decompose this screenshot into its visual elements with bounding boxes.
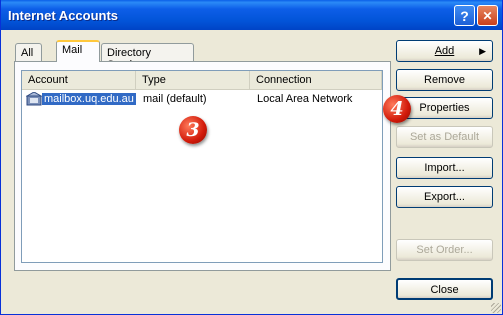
account-name: mailbox.uq.edu.au [42, 93, 136, 105]
remove-button-label: Remove [424, 74, 465, 86]
tab-directory-service[interactable]: Directory Service [101, 43, 194, 71]
account-name-cell: mailbox.uq.edu.au [42, 91, 136, 107]
set-order-button-label: Set Order... [416, 244, 473, 256]
column-header-account[interactable]: Account [22, 71, 136, 89]
remove-button[interactable]: Remove [396, 69, 493, 91]
help-icon: ? [460, 7, 469, 24]
set-as-default-button[interactable]: Set as Default [396, 126, 493, 148]
import-button-label: Import... [424, 162, 465, 174]
close-window-button[interactable]: ✕ [477, 5, 498, 26]
set-order-button[interactable]: Set Order... [396, 239, 493, 261]
table-row[interactable]: mailbox.uq.edu.au mail (default) Local A… [22, 91, 382, 107]
account-type-cell: mail (default) [143, 93, 207, 105]
export-button-label: Export... [424, 191, 465, 203]
internet-accounts-window: Internet Accounts ? ✕ All Mail Directory… [0, 0, 503, 315]
title-bar[interactable]: Internet Accounts ? ✕ [1, 0, 502, 30]
properties-button-label: Properties [419, 102, 470, 114]
tab-mail-label: Mail [62, 44, 83, 56]
step-4-badge: 4 [383, 95, 411, 123]
accounts-list[interactable]: Account Type Connection mailbox.uq.edu.a… [21, 70, 383, 263]
arrow-right-icon: ▶ [479, 46, 486, 56]
help-button[interactable]: ? [454, 5, 475, 26]
add-button[interactable]: Add ▶ [396, 40, 493, 62]
close-button[interactable]: Close [396, 278, 493, 300]
resize-grip-icon[interactable] [491, 303, 501, 313]
tab-all-label: All [21, 47, 34, 59]
export-button[interactable]: Export... [396, 186, 493, 208]
window-title: Internet Accounts [8, 8, 119, 23]
column-header-type[interactable]: Type [136, 71, 250, 89]
account-connection-cell: Local Area Network [257, 93, 353, 105]
list-header: Account Type Connection [22, 71, 382, 90]
mail-account-icon [26, 92, 42, 106]
close-icon: ✕ [482, 8, 493, 23]
step-3-badge: 3 [179, 116, 207, 144]
tab-all[interactable]: All [15, 43, 42, 62]
add-button-label: Add [434, 45, 455, 57]
tab-mail[interactable]: Mail [56, 40, 100, 62]
column-header-connection[interactable]: Connection [250, 71, 382, 89]
set-as-default-button-label: Set as Default [409, 131, 480, 143]
import-button[interactable]: Import... [396, 157, 493, 179]
close-button-label: Close [430, 284, 459, 296]
